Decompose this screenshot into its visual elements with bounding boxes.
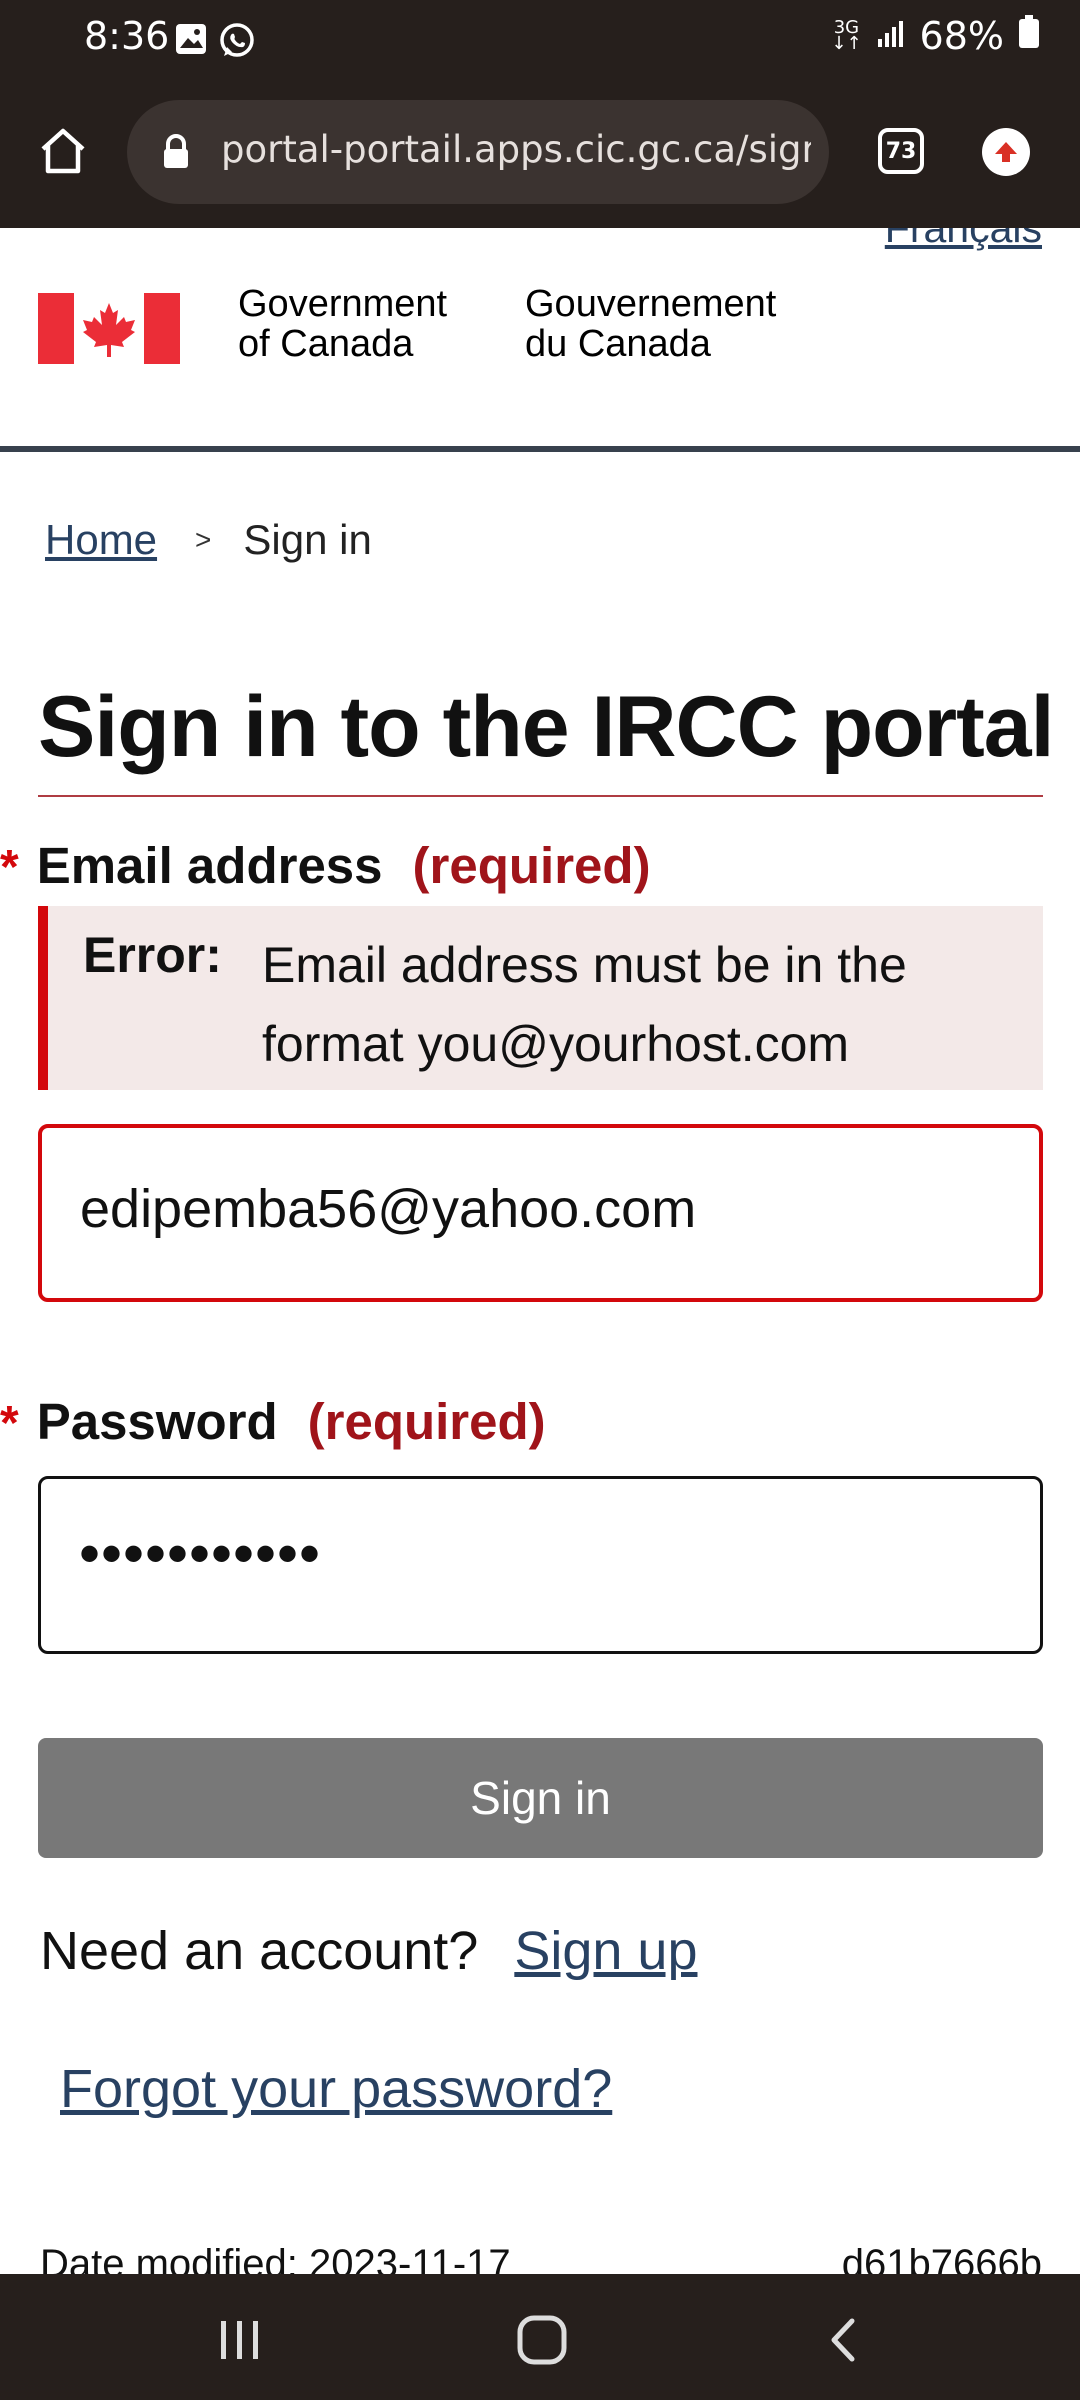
lock-icon[interactable] bbox=[161, 134, 191, 175]
home-icon[interactable] bbox=[30, 118, 96, 184]
password-label: * Password (required) bbox=[0, 1392, 546, 1451]
status-time: 8:36 bbox=[84, 14, 170, 58]
error-text: Email address must be in the format you@… bbox=[262, 937, 907, 1072]
email-input[interactable]: edipemba56@yahoo.com bbox=[38, 1124, 1043, 1302]
browser-toolbar: portal-portail.apps.cic.gc.ca/signin 73 bbox=[0, 78, 1080, 228]
gov-fr-line1: Gouvernement bbox=[525, 283, 777, 325]
page-footer: Date modified: 2023-11-17 d61b7666b bbox=[0, 2230, 1080, 2274]
gov-name-en: Government of Canada bbox=[238, 284, 447, 364]
email-label-text: Email address bbox=[36, 837, 383, 894]
title-underline bbox=[38, 795, 1043, 797]
page-title: Sign in to the IRCC portal bbox=[38, 679, 1054, 775]
need-account-text: Need an account? bbox=[40, 1921, 479, 1981]
gov-en-line2: of Canada bbox=[238, 323, 414, 365]
email-label: * Email address (required) bbox=[0, 836, 651, 895]
password-input[interactable]: ••••••••••• bbox=[38, 1476, 1043, 1654]
error-prefix: Error: bbox=[83, 927, 222, 983]
status-right-group: 3G ↓↑ 68% bbox=[831, 14, 1040, 58]
forgot-password-link[interactable]: Forgot your password? bbox=[60, 2058, 612, 2120]
email-input-value[interactable]: edipemba56@yahoo.com bbox=[80, 1178, 696, 1240]
recent-apps-icon[interactable] bbox=[210, 2310, 270, 2370]
network-label: 3G bbox=[833, 17, 860, 38]
breadcrumb-home-link[interactable]: Home bbox=[45, 516, 157, 564]
gov-fr-line2: du Canada bbox=[525, 323, 711, 365]
gov-en-line1: Government bbox=[238, 283, 448, 325]
whatsapp-icon bbox=[218, 22, 256, 65]
sign-up-link[interactable]: Sign up bbox=[514, 1920, 697, 1982]
battery-icon bbox=[1018, 14, 1040, 58]
need-account-row: Need an account? Sign up bbox=[40, 1920, 697, 1982]
breadcrumb: Home > Sign in bbox=[45, 516, 372, 564]
battery-percent: 68% bbox=[919, 14, 1004, 58]
required-asterisk: * bbox=[0, 1397, 19, 1450]
email-required-tag: (required) bbox=[412, 837, 651, 894]
header-divider bbox=[0, 446, 1080, 452]
version-id: d61b7666b bbox=[841, 2242, 1042, 2274]
gallery-icon bbox=[174, 22, 208, 61]
password-input-value[interactable]: ••••••••••• bbox=[79, 1519, 321, 1588]
gov-name-fr: Gouvernement du Canada bbox=[525, 284, 776, 364]
canada-flag-icon bbox=[38, 293, 180, 364]
email-error-message: Error: Email address must be in the form… bbox=[38, 906, 1043, 1090]
signal-icon bbox=[876, 14, 906, 58]
breadcrumb-separator: > bbox=[195, 524, 212, 555]
language-toggle-link[interactable]: Français bbox=[885, 228, 1042, 252]
home-nav-icon[interactable] bbox=[512, 2310, 572, 2370]
tabs-icon[interactable]: 73 bbox=[878, 128, 924, 174]
url-bar[interactable]: portal-portail.apps.cic.gc.ca/signin bbox=[127, 100, 829, 204]
update-icon[interactable] bbox=[982, 128, 1030, 176]
breadcrumb-current: Sign in bbox=[243, 516, 372, 563]
system-nav-bar bbox=[0, 2274, 1080, 2400]
url-text[interactable]: portal-portail.apps.cic.gc.ca/signin bbox=[221, 128, 811, 171]
password-label-text: Password bbox=[36, 1393, 278, 1450]
sign-in-button[interactable]: Sign in bbox=[38, 1738, 1043, 1858]
status-bar: 8:36 3G ↓↑ 68% bbox=[0, 0, 1080, 78]
network-badge: 3G ↓↑ bbox=[831, 17, 862, 54]
date-modified: Date modified: 2023-11-17 bbox=[40, 2242, 511, 2274]
back-icon[interactable] bbox=[814, 2310, 874, 2370]
password-required-tag: (required) bbox=[307, 1393, 546, 1450]
gov-header: Français Government of Canada Gouverneme… bbox=[0, 228, 1080, 448]
required-asterisk: * bbox=[0, 841, 19, 894]
